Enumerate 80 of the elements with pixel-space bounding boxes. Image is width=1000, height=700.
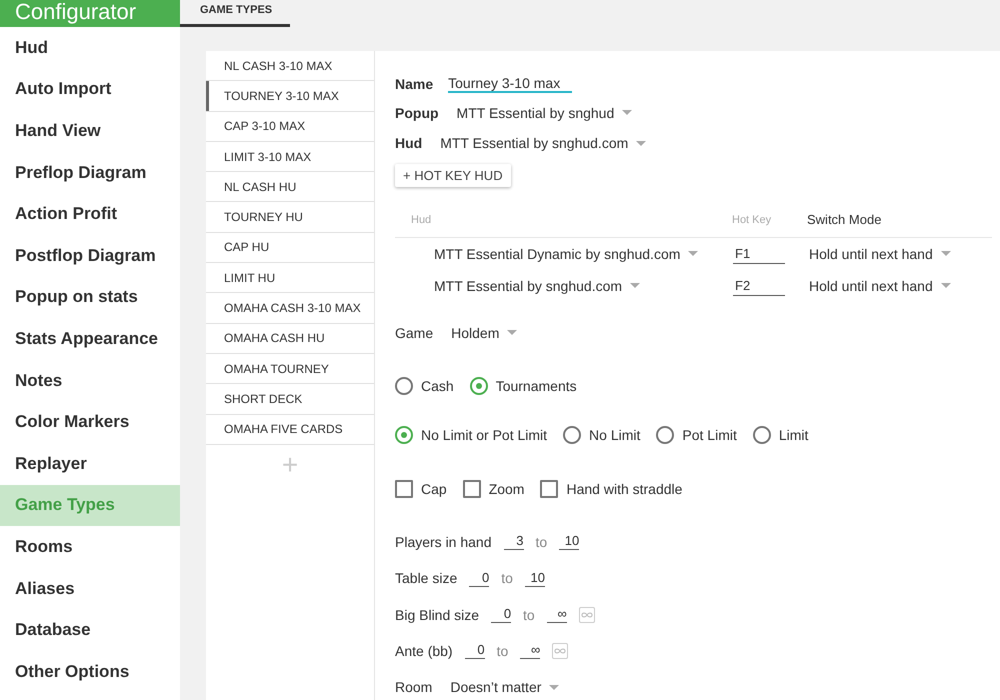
checkbox-option[interactable]: Cap [395, 480, 447, 498]
field-label: Popup [395, 104, 439, 121]
game-type-item[interactable]: SHORT DECK [206, 384, 374, 415]
range-separator: to [536, 534, 548, 550]
field-label: Name [395, 76, 434, 92]
caret-icon [636, 140, 646, 146]
sidebar-item[interactable]: Database [0, 609, 180, 651]
caret-icon [940, 251, 951, 256]
range-to-input[interactable]: 10 [559, 533, 580, 550]
game-type-item[interactable]: CAP 3-10 MAX [206, 112, 374, 142]
game-type-item[interactable]: TOURNEY HU [206, 202, 374, 233]
field-label: Big Blind size [395, 606, 480, 623]
game-dropdown[interactable]: Holdem [451, 324, 518, 341]
radio-option[interactable]: No Limit [563, 426, 640, 444]
hud-dropdown[interactable]: MTT Essential by snghud.com [434, 278, 640, 294]
field-label: Hud [395, 135, 422, 152]
game-type-item[interactable]: NL CASH 3-10 MAX [206, 51, 374, 82]
switch-mode-dropdown[interactable]: Hold until next hand [809, 278, 951, 294]
caret-icon [940, 283, 951, 288]
caret-icon [622, 110, 632, 116]
radio-option[interactable]: Limit [752, 426, 808, 444]
sidebar-item[interactable]: Preflop Diagram [0, 152, 180, 194]
radio-option[interactable]: No Limit or Pot Limit [395, 426, 548, 444]
game-type-item[interactable]: OMAHA CASH HU [206, 324, 374, 354]
popup-dropdown[interactable]: MTT Essential by snghud [456, 104, 632, 121]
sidebar-item[interactable]: Other Options [0, 650, 180, 692]
switch-mode-dropdown[interactable]: Hold until next hand [809, 246, 951, 262]
caret-icon [507, 330, 518, 336]
infinity-toggle-icon[interactable] [552, 642, 568, 659]
game-type-item[interactable]: LIMIT 3-10 MAX [206, 142, 374, 172]
radio-option[interactable]: Pot Limit [656, 426, 737, 444]
caret-icon [549, 684, 560, 690]
field-label: Ante (bb) [395, 642, 453, 659]
range-separator: to [523, 606, 535, 623]
radio-option[interactable]: Cash [395, 376, 454, 395]
range-from-input[interactable]: 0 [464, 642, 485, 660]
sidebar-item[interactable]: Replayer [0, 442, 180, 485]
column-header: Hud [410, 214, 432, 226]
column-header: Switch Mode [807, 212, 882, 228]
game-type-item[interactable]: OMAHA TOURNEY [206, 354, 374, 384]
game-type-item[interactable]: OMAHA FIVE CARDS [206, 414, 374, 445]
sidebar-item[interactable]: Popup on stats [0, 276, 180, 318]
field-label: Table size [395, 570, 458, 586]
range-separator: to [496, 642, 508, 659]
caret-icon [630, 283, 640, 288]
checkbox-option[interactable]: Hand with straddle [540, 480, 682, 498]
sidebar-item[interactable]: Stats Appearance [0, 318, 180, 360]
game-type-item[interactable]: OMAHA CASH 3-10 MAX [206, 293, 374, 324]
radio-option[interactable]: Tournaments [470, 376, 577, 395]
sidebar-item[interactable]: Hand View [0, 110, 180, 152]
range-from-input[interactable]: 0 [491, 606, 512, 624]
range-from-input[interactable]: 0 [469, 570, 490, 587]
caret-icon [688, 251, 698, 256]
range-from-input[interactable]: 3 [504, 533, 524, 550]
game-type-item[interactable]: TOURNEY 3-10 MAX [206, 81, 374, 112]
field-label: Room [395, 679, 432, 696]
range-to-input[interactable]: 10 [524, 570, 545, 587]
tab[interactable]: GAME TYPES [180, 0, 290, 27]
sidebar-item[interactable]: Auto Import [0, 68, 180, 110]
app-title: Configurator [0, 0, 180, 27]
sidebar-item[interactable]: Aliases [0, 568, 180, 610]
game-type-item[interactable]: CAP HU [206, 232, 374, 264]
sidebar-item[interactable]: Action Profit [0, 193, 180, 235]
column-header: Hot Key [732, 214, 772, 226]
hud-dropdown[interactable]: MTT Essential Dynamic by snghud.com [434, 246, 698, 262]
field-label: Players in hand [395, 534, 492, 550]
sidebar-item[interactable]: Notes [0, 360, 180, 402]
sidebar-item[interactable]: Rooms [0, 526, 180, 568]
game-type-item[interactable]: NL CASH HU [206, 172, 374, 202]
room-dropdown[interactable]: Doesn’t matter [450, 679, 560, 696]
range-separator: to [501, 570, 513, 586]
sidebar-item[interactable]: Color Markers [0, 401, 180, 443]
sidebar-item[interactable]: Postflop Diagram [0, 234, 180, 277]
infinity-toggle-icon[interactable] [578, 606, 595, 623]
hud-dropdown[interactable]: MTT Essential by snghud.com [440, 135, 646, 152]
field-label: Game [395, 324, 434, 341]
hot-key-hud-button[interactable]: + HOT KEY HUD [395, 164, 511, 187]
game-type-item[interactable]: LIMIT HU [206, 263, 374, 294]
checkbox-option[interactable]: Zoom [462, 480, 524, 498]
sidebar-item[interactable]: Hud [0, 27, 180, 69]
